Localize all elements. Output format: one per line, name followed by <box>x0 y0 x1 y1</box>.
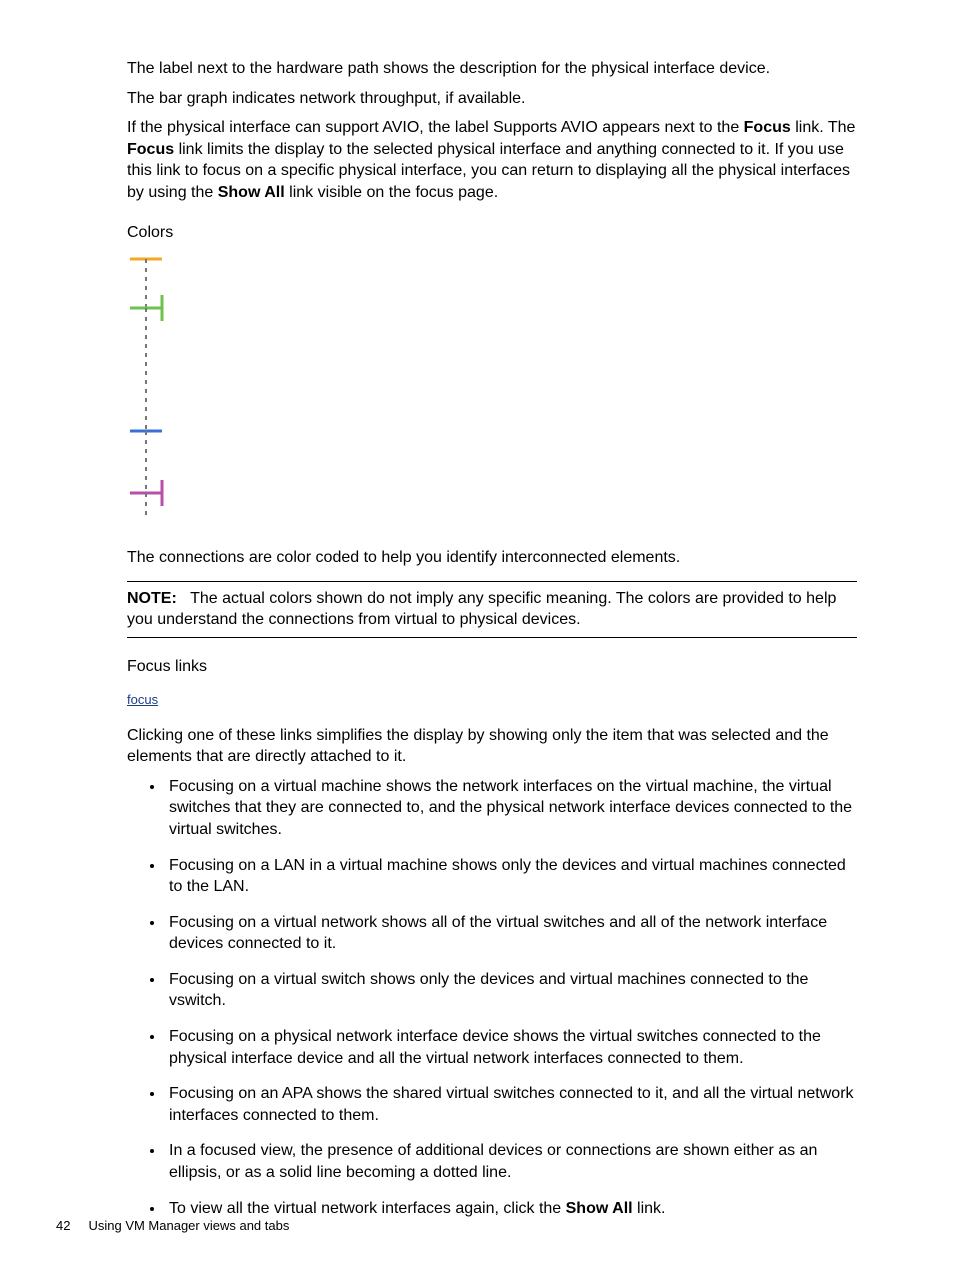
bold-showall-1: Show All <box>218 184 285 201</box>
focus-link[interactable]: focus <box>127 692 158 707</box>
list-item: Focusing on a virtual network shows all … <box>165 912 857 955</box>
list-item: Focusing on a virtual switch shows only … <box>165 969 857 1012</box>
paragraph-avio-focus: If the physical interface can support AV… <box>127 117 857 203</box>
note-text: The actual colors shown do not imply any… <box>127 590 836 629</box>
list-item: Focusing on a physical network interface… <box>165 1026 857 1069</box>
bold-focus-1: Focus <box>744 119 791 136</box>
list-item: In a focused view, the presence of addit… <box>165 1140 857 1183</box>
text-fragment: If the physical interface can support AV… <box>127 119 744 136</box>
bold-focus-2: Focus <box>127 141 174 158</box>
page-footer: 42 Using VM Manager views and tabs <box>56 1218 289 1233</box>
heading-focus-links: Focus links <box>127 656 857 678</box>
text-fragment: link visible on the focus page. <box>285 184 498 201</box>
paragraph-hw-label: The label next to the hardware path show… <box>127 58 857 80</box>
list-item: Focusing on an APA shows the shared virt… <box>165 1083 857 1126</box>
paragraph-color-coded: The connections are color coded to help … <box>127 547 857 569</box>
text-fragment: To view all the virtual network interfac… <box>169 1200 566 1217</box>
colors-diagram <box>127 253 187 533</box>
heading-colors: Colors <box>127 222 857 244</box>
note-label: NOTE: <box>127 590 177 607</box>
page-number: 42 <box>56 1218 70 1233</box>
list-item: Focusing on a virtual machine shows the … <box>165 776 857 841</box>
paragraph-bargraph: The bar graph indicates network throughp… <box>127 88 857 110</box>
focus-bullet-list: Focusing on a virtual machine shows the … <box>127 776 857 1220</box>
paragraph-focus-intro: Clicking one of these links simplifies t… <box>127 725 857 768</box>
page-container: The label next to the hardware path show… <box>0 0 954 1271</box>
list-item: Focusing on a LAN in a virtual machine s… <box>165 855 857 898</box>
note-box: NOTE: The actual colors shown do not imp… <box>127 581 857 638</box>
list-item: To view all the virtual network interfac… <box>165 1198 857 1220</box>
text-fragment: link. <box>633 1200 666 1217</box>
text-fragment: link. The <box>791 119 856 136</box>
bold-showall-2: Show All <box>566 1200 633 1217</box>
footer-title: Using VM Manager views and tabs <box>88 1218 289 1233</box>
